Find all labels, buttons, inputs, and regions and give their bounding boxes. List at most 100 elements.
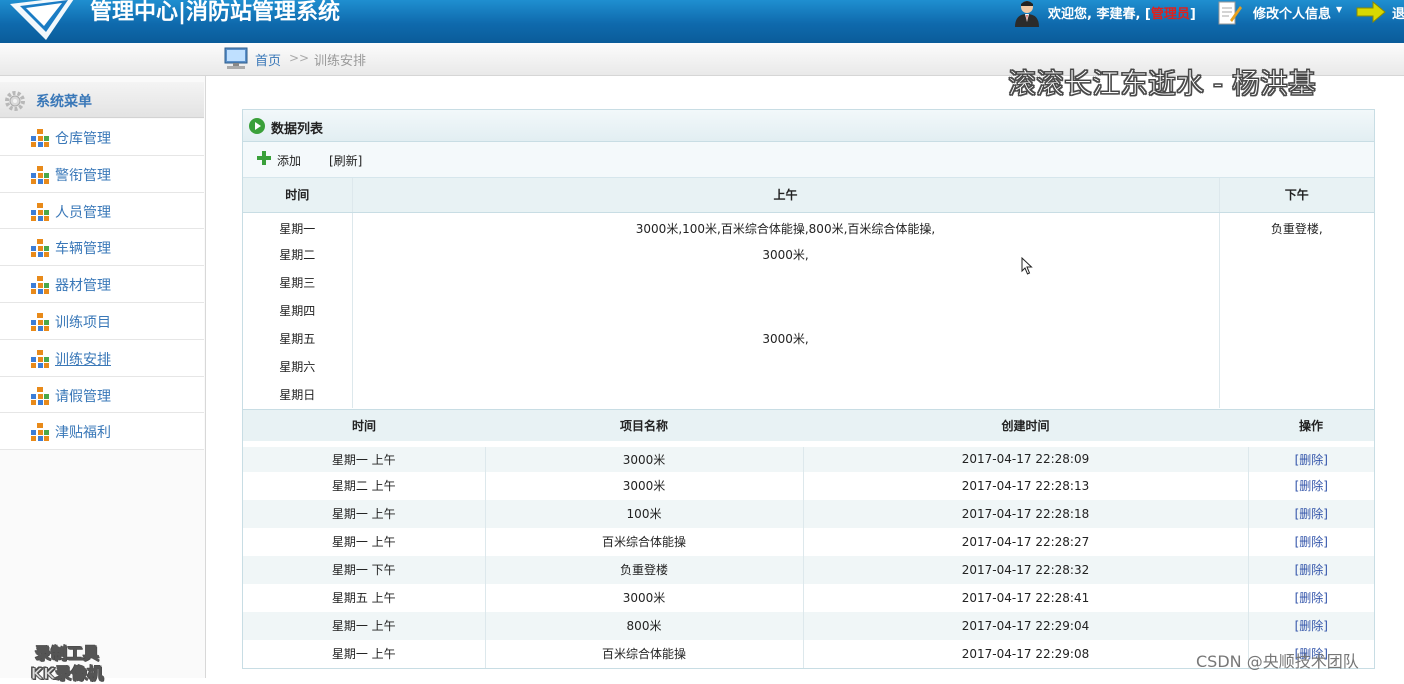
gear-icon: [5, 91, 25, 111]
sidebar-item-equipment[interactable]: 器材管理: [0, 266, 204, 303]
training-records-table: 时间 项目名称 创建时间 操作 星期一 上午 3000米 2017-04-17 22…: [243, 409, 1374, 668]
delete-link[interactable]: [删除]: [1295, 479, 1328, 493]
welcome-text: 欢迎您, 李建春, [管理员]: [1048, 3, 1196, 22]
schedule-am: [351, 296, 1220, 324]
module-icon: [31, 165, 49, 184]
schedule-day: 星期三: [279, 275, 316, 290]
record-time: 星期一 上午: [243, 611, 486, 640]
record-created: 2017-04-17 22:28:27: [803, 527, 1249, 556]
record-created: 2017-04-17 22:29:04: [803, 611, 1249, 640]
module-icon: [31, 386, 49, 405]
record-created: 2017-04-17 22:28:41: [803, 583, 1249, 612]
table-row: 星期一 上午 3000米 2017-04-17 22:28:09 [删除]: [243, 440, 1374, 472]
plus-icon[interactable]: [257, 151, 271, 165]
schedule-pm: [1219, 296, 1374, 324]
edit-profile-link[interactable]: 修改个人信息: [1253, 3, 1331, 22]
exit-link[interactable]: 退: [1392, 3, 1404, 22]
record-created: 2017-04-17 22:28:18: [803, 499, 1249, 528]
record-project: 3000米: [485, 583, 804, 612]
delete-link[interactable]: [删除]: [1295, 591, 1328, 605]
chevron-down-icon[interactable]: ▼: [1336, 5, 1342, 14]
schedule-row: 星期五 3000米,: [243, 324, 1374, 352]
weekly-schedule-table: 时间 上午 下午 星期一 3000米,100米,百米综合体能操,800米,百米综合…: [243, 178, 1374, 408]
table-row: 星期一 上午 100米 2017-04-17 22:28:18 [删除]: [243, 499, 1374, 528]
sidebar-item-label: 请假管理: [55, 388, 111, 405]
schedule-row: 星期日: [243, 380, 1374, 408]
recorder-watermark: 录制工具 KK录像机: [12, 644, 122, 684]
record-time: 星期一 下午: [243, 555, 486, 584]
schedule-pm: 负重登楼,: [1270, 221, 1323, 236]
table-row: 星期一 下午 负重登楼 2017-04-17 22:28:32 [删除]: [243, 555, 1374, 584]
delete-link[interactable]: [删除]: [1295, 507, 1328, 521]
breadcrumb-separator: >>: [289, 51, 310, 65]
sidebar-item-allowance[interactable]: 津贴福利: [0, 413, 204, 451]
record-project: 百米综合体能操: [485, 527, 804, 556]
sidebar-item-training-schedule[interactable]: 训练安排: [0, 339, 204, 377]
schedule-col-pm: 下午: [1219, 178, 1374, 213]
schedule-am: [351, 352, 1220, 380]
schedule-am: 3000米,100米,百米综合体能操,800米,百米综合体能操,: [351, 212, 1220, 240]
refresh-button[interactable]: [刷新]: [329, 152, 362, 169]
sidebar-item-vehicles[interactable]: 车辆管理: [0, 229, 204, 267]
records-col-action: 操作: [1248, 409, 1374, 444]
sidebar-menu: 仓库管理 警衔管理 人员管理 车辆管理 器材管理 训练项目 训练安排 请假管理 …: [0, 119, 204, 451]
sidebar-item-label: 训练项目: [55, 314, 111, 331]
module-icon: [31, 423, 49, 442]
user-role: 管理员: [1150, 7, 1190, 22]
sidebar: 系统菜单 仓库管理 警衔管理 人员管理 车辆管理 器材管理 训练项目 训练安排 …: [0, 76, 206, 684]
module-icon: [31, 276, 49, 295]
schedule-day: 星期日: [279, 387, 316, 402]
delete-link[interactable]: [删除]: [1295, 453, 1328, 467]
record-created: 2017-04-17 22:28:09: [803, 440, 1249, 472]
records-col-project: 项目名称: [485, 409, 803, 444]
table-row: 星期一 上午 800米 2017-04-17 22:29:04 [删除]: [243, 611, 1374, 640]
module-icon: [31, 349, 49, 368]
add-button[interactable]: 添加: [277, 152, 301, 169]
sidebar-item-label: 训练安排: [55, 351, 111, 368]
sidebar-item-leave[interactable]: 请假管理: [0, 376, 204, 414]
schedule-row: 星期二 3000米,: [243, 240, 1374, 268]
record-created: 2017-04-17 22:28:13: [803, 471, 1249, 500]
system-title: 管理中心|消防站管理系统: [90, 0, 341, 25]
delete-link[interactable]: [删除]: [1295, 619, 1328, 633]
record-time: 星期一 上午: [243, 440, 486, 472]
record-created: 2017-04-17 22:28:32: [803, 555, 1249, 584]
delete-link[interactable]: [删除]: [1295, 563, 1328, 577]
schedule-col-am: 上午: [351, 178, 1220, 213]
logo-icon: [10, 0, 74, 40]
sidebar-item-personnel[interactable]: 人员管理: [0, 192, 204, 230]
exit-arrow-icon[interactable]: [1356, 1, 1386, 23]
user-avatar-icon: [1015, 1, 1039, 27]
edit-profile-icon[interactable]: [1216, 0, 1242, 26]
sidebar-item-label: 器材管理: [55, 278, 111, 295]
delete-link[interactable]: [删除]: [1295, 535, 1328, 549]
panel-toolbar: 添加 [刷新]: [243, 142, 1374, 178]
record-time: 星期一 上午: [243, 527, 486, 556]
record-project: 3000米: [485, 471, 804, 500]
sidebar-item-warehouse[interactable]: 仓库管理: [0, 119, 204, 156]
welcome-suffix: ]: [1189, 7, 1196, 22]
schedule-day: 星期六: [279, 359, 316, 374]
sidebar-item-training-projects[interactable]: 训练项目: [0, 302, 204, 340]
sidebar-title: 系统菜单: [36, 94, 92, 110]
schedule-am: 3000米,: [351, 324, 1220, 352]
records-col-created: 创建时间: [803, 409, 1248, 444]
schedule-am: [351, 380, 1220, 408]
breadcrumb-home[interactable]: 首页: [255, 50, 281, 69]
records-header-row: 时间 项目名称 创建时间 操作: [243, 409, 1374, 444]
sidebar-item-label: 警衔管理: [55, 167, 111, 184]
panel-header: 数据列表: [243, 110, 1374, 142]
panel-title: 数据列表: [271, 122, 324, 137]
sidebar-item-label: 人员管理: [55, 204, 111, 221]
data-list-panel: 数据列表 添加 [刷新] 时间 上午 下午 星期一 3000米,100米,百米综合…: [242, 109, 1375, 669]
schedule-day: 星期一: [279, 221, 316, 236]
schedule-row: 星期一 3000米,100米,百米综合体能操,800米,百米综合体能操, 负重登楼,: [243, 212, 1374, 240]
recorder-line-1: 录制工具: [34, 644, 99, 664]
breadcrumb-current: 训练安排: [314, 54, 367, 69]
sidebar-item-rank[interactable]: 警衔管理: [0, 155, 204, 193]
module-icon: [31, 312, 49, 331]
schedule-col-time: 时间: [243, 178, 352, 213]
table-row: 星期一 上午 百米综合体能操 2017-04-17 22:28:27 [删除]: [243, 527, 1374, 556]
record-project: 800米: [485, 611, 804, 640]
schedule-day: 星期五: [279, 331, 316, 346]
